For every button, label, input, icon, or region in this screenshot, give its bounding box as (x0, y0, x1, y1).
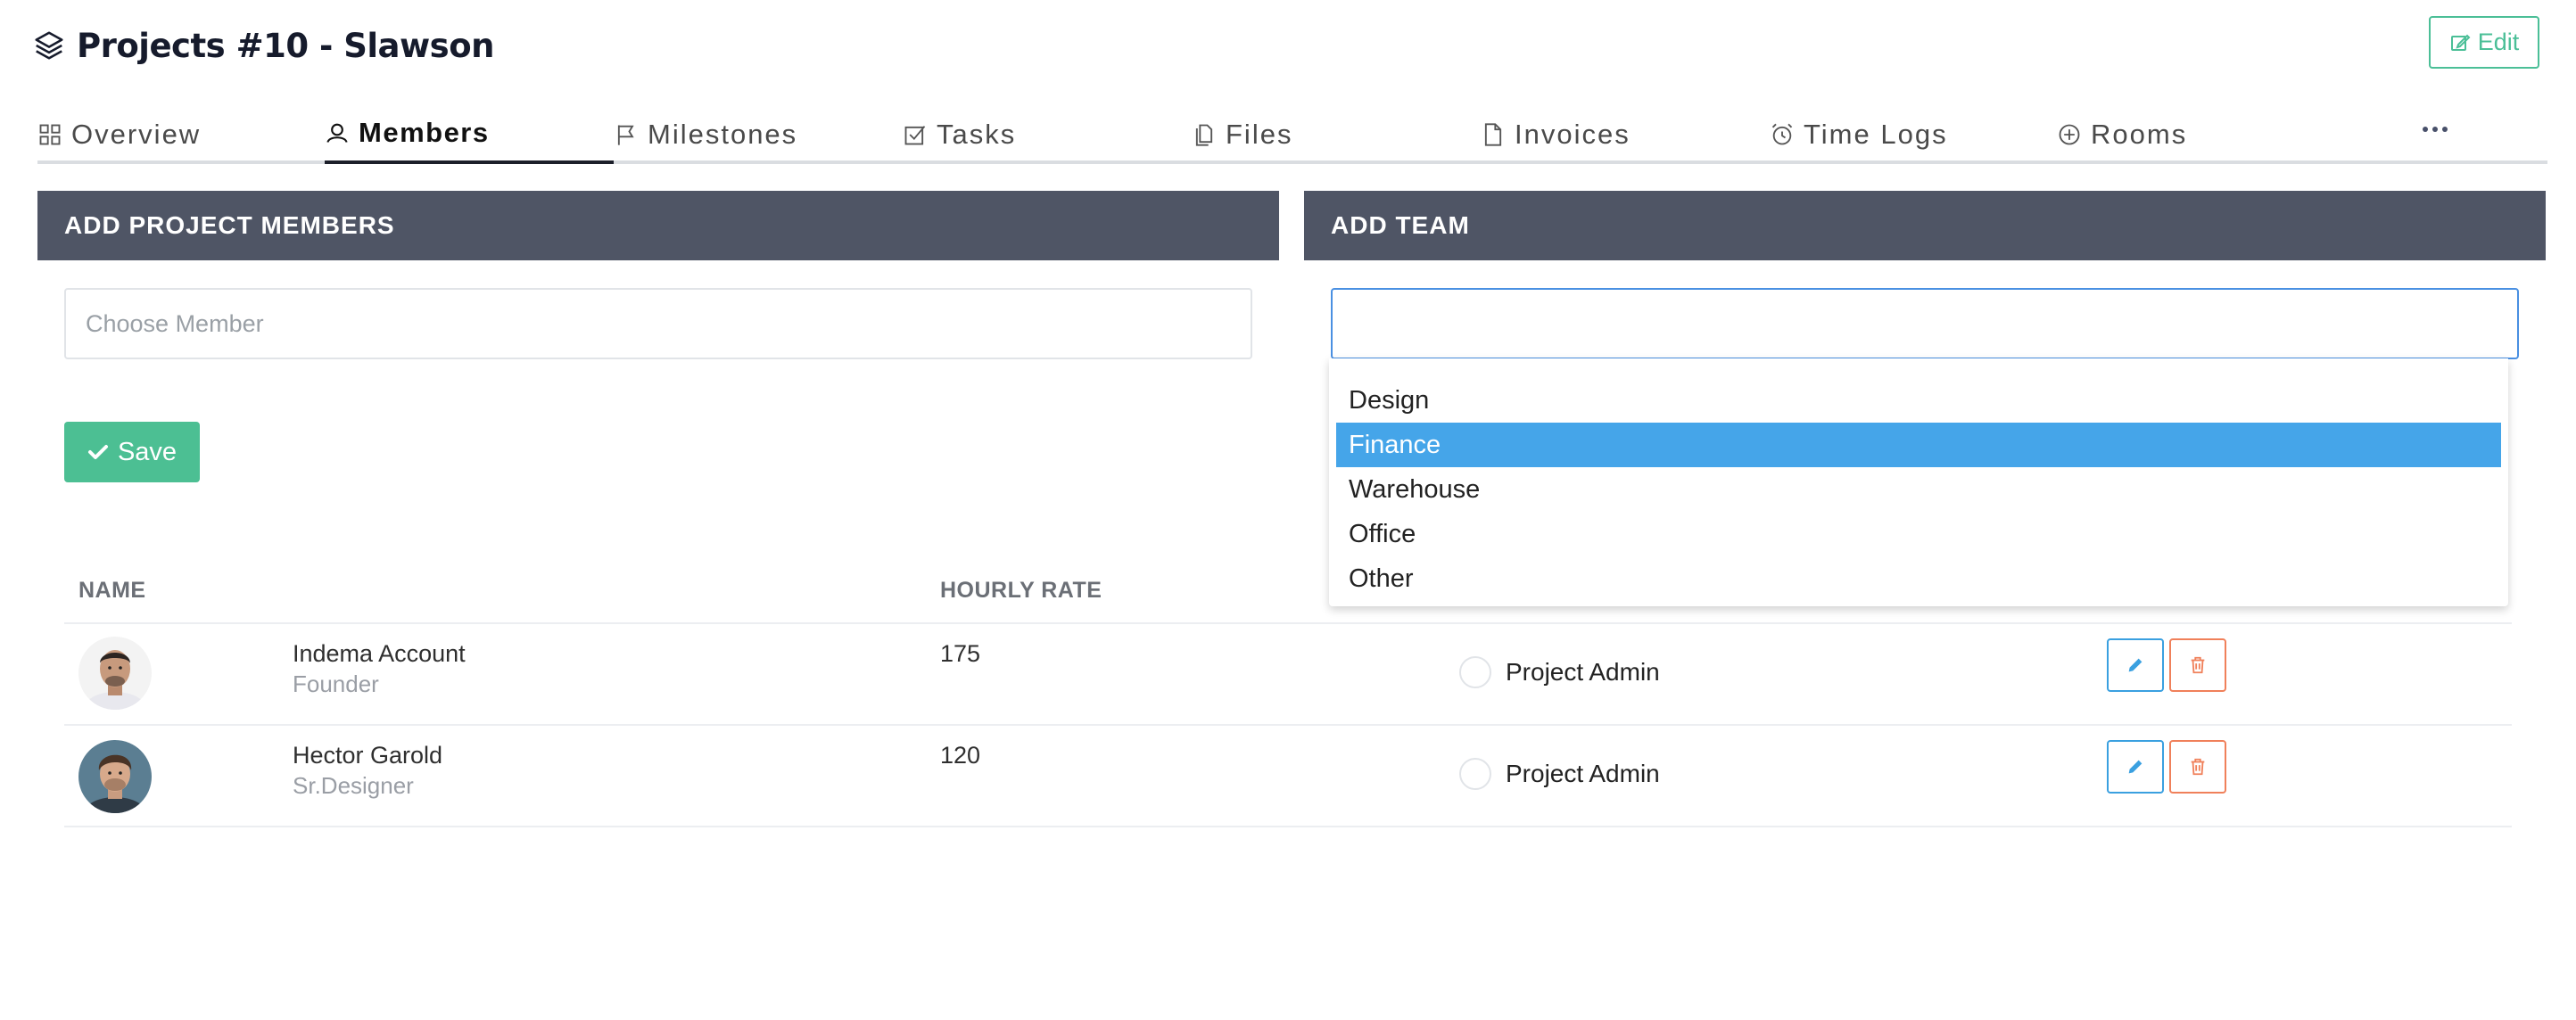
tab-tasks[interactable]: Tasks (903, 112, 1016, 157)
edit-member-button[interactable] (2107, 740, 2164, 794)
more-tabs-button[interactable] (2417, 120, 2453, 138)
choose-member-placeholder: Choose Member (86, 309, 264, 337)
tab-label: Files (1226, 119, 1293, 150)
delete-member-button[interactable] (2169, 740, 2226, 794)
team-option-office[interactable]: Office (1336, 512, 2501, 556)
team-option-design[interactable]: Design (1336, 378, 2501, 423)
team-dropdown-menu: Design Finance Warehouse Office Other (1329, 358, 2508, 606)
save-button[interactable]: Save (64, 422, 200, 482)
active-tab-indicator (325, 160, 614, 164)
dot (2442, 127, 2448, 132)
pencil-icon (2128, 760, 2143, 774)
tab-overview[interactable]: Overview (37, 112, 201, 157)
page-title: Projects #10 - Slawson (77, 26, 494, 65)
tab-invoices[interactable]: Invoices (1481, 112, 1631, 157)
tab-label: Rooms (2091, 119, 2188, 150)
team-select-input[interactable] (1331, 288, 2519, 359)
tab-files[interactable]: Files (1192, 112, 1292, 157)
user-icon (326, 123, 348, 143)
trash-icon (2191, 758, 2205, 776)
project-admin-label: Project Admin (1506, 760, 1660, 787)
team-option-finance[interactable]: Finance (1336, 423, 2501, 467)
tab-label: Time Logs (1804, 119, 1948, 150)
project-admin-label: Project Admin (1506, 658, 1660, 686)
edit-button[interactable]: Edit (2429, 16, 2539, 69)
delete-member-button[interactable] (2169, 638, 2226, 692)
tab-time-logs[interactable]: Time Logs (1770, 112, 1948, 157)
row-divider (64, 826, 2512, 827)
member-name: Hector Garold (293, 742, 443, 769)
tab-label: Tasks (937, 119, 1017, 150)
alarm-clock-icon (1771, 123, 1793, 145)
edit-member-button[interactable] (2107, 638, 2164, 692)
avatar (78, 740, 152, 813)
row-divider (64, 724, 2512, 726)
document-icon (1484, 123, 1502, 146)
row-divider (64, 622, 2512, 624)
name-column-header: NAME (78, 578, 146, 603)
trash-icon (2191, 656, 2205, 674)
plus-circle-icon (2059, 124, 2080, 145)
dot (2423, 127, 2428, 132)
checkbox-icon (904, 126, 926, 145)
tab-label: Milestones (648, 119, 798, 150)
dot (2432, 127, 2438, 132)
add-team-heading: ADD TEAM (1304, 191, 2546, 260)
tab-label: Overview (71, 119, 202, 150)
avatar (78, 637, 152, 710)
avatar-image (78, 740, 152, 813)
tab-rooms[interactable]: Rooms (2057, 112, 2187, 157)
page-header: Projects #10 - Slawson (32, 21, 494, 70)
project-admin-radio[interactable] (1459, 758, 1491, 790)
layers-icon (35, 31, 63, 60)
team-option-warehouse[interactable]: Warehouse (1336, 467, 2501, 512)
hourly-rate-column-header: HOURLY RATE (940, 578, 1102, 603)
check-icon (87, 445, 108, 459)
pencil-icon (2128, 658, 2143, 672)
tab-label: Invoices (1515, 119, 1631, 150)
tab-label: Members (359, 117, 490, 148)
member-role: Sr.Designer (293, 772, 414, 799)
add-members-heading: ADD PROJECT MEMBERS (37, 191, 1279, 260)
project-admin-radio[interactable] (1459, 656, 1491, 688)
team-option-other[interactable]: Other (1336, 556, 2501, 601)
avatar-image (78, 637, 152, 710)
tab-milestones[interactable]: Milestones (614, 112, 797, 157)
choose-member-select[interactable]: Choose Member (64, 288, 1252, 359)
hourly-rate-value: 120 (940, 742, 981, 769)
edit-square-icon (2450, 34, 2471, 51)
grid-icon (39, 124, 61, 145)
save-button-label: Save (117, 437, 178, 466)
member-name: Indema Account (293, 640, 466, 667)
files-icon (1195, 124, 1213, 146)
member-role: Founder (293, 670, 379, 697)
hourly-rate-value: 175 (940, 640, 981, 667)
flag-icon (617, 125, 634, 145)
tab-members[interactable]: Members (325, 111, 490, 155)
edit-button-label: Edit (2477, 29, 2520, 55)
